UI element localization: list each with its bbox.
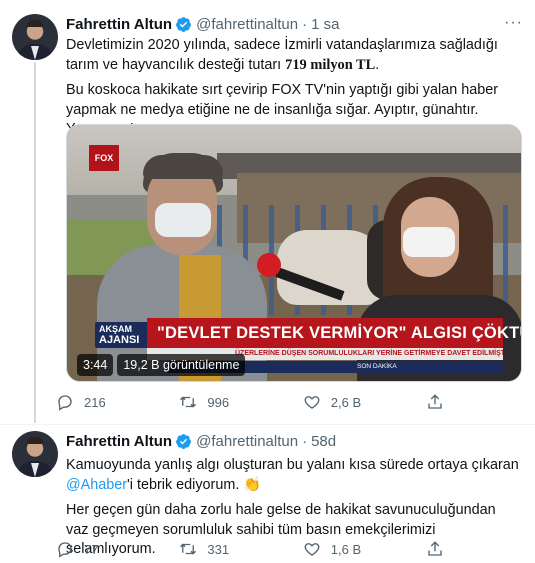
share-button[interactable] [426,540,466,558]
timestamp[interactable]: 58d [311,433,336,450]
retweet-icon [180,396,197,408]
tweet-header: Fahrettin Altun @fahrettinaltun · 58d [66,431,523,451]
clapping-hands-emoji: 👏 [243,476,262,493]
tweet-text-segment: 'i tebrik ediyorum. [127,476,244,493]
tweet-text-paragraph-1: Kamuoyunda yanlış algı oluşturan bu yala… [66,456,521,495]
channel-logo: FOX [89,145,119,171]
tweet-text-segment: . [375,56,380,73]
tweet-actions: 77 331 1,6 B [56,537,466,561]
like-button[interactable]: 1,6 B [303,540,426,558]
avatar[interactable] [12,14,58,60]
separator-dot: · [302,432,308,450]
retweet-count: 331 [207,541,230,557]
like-button[interactable]: 2,6 B [303,393,426,411]
reply-icon [58,542,72,558]
like-icon [304,396,320,409]
reply-count: 77 [84,541,99,557]
reply-button[interactable]: 216 [56,393,179,411]
like-icon [304,543,320,556]
tweet-text-paragraph-1: Devletimizin 2020 yılında, sadece İzmirl… [66,36,521,75]
tweet-text-bold-amount: 719 milyon TL [285,56,376,73]
reply-icon [58,395,72,411]
video-duration: 3:44 [77,354,114,376]
tweet-header: Fahrettin Altun @fahrettinaltun · 1 sa ·… [66,14,523,34]
reply-count: 216 [84,394,106,410]
thread-connector-line [34,62,36,423]
tweet-1[interactable]: Fahrettin Altun @fahrettinaltun · 1 sa ·… [0,0,535,425]
verified-badge-icon [176,16,192,32]
reply-button[interactable]: 77 [56,540,179,558]
video-views: 19,2 B görüntülenme [117,354,246,376]
author-handle[interactable]: @fahrettinaltun [196,433,298,450]
retweet-button[interactable]: 996 [179,393,302,411]
avatar[interactable] [12,431,58,477]
retweet-count: 996 [207,394,230,410]
author-handle[interactable]: @fahrettinaltun [196,16,298,33]
more-horizontal-icon[interactable]: ··· [504,14,523,32]
tweet-text-segment: Kamuoyunda yanlış algı oluşturan bu yala… [66,457,519,473]
share-icon [428,394,442,409]
tweet-2[interactable]: Fahrettin Altun @fahrettinaltun · 58d Ka… [0,425,535,563]
ticker-brand: AKŞAM AJANSI [95,322,153,348]
retweet-button[interactable]: 331 [179,540,302,558]
share-icon [428,541,442,556]
author-name[interactable]: Fahrettin Altun [66,433,172,450]
verified-badge-icon [176,433,192,449]
video-info: 3:44 19,2 B görüntülenme [77,354,246,376]
separator-dot: · [302,15,308,33]
ticker-brand-line-2: AJANSI [99,334,140,346]
mention-link[interactable]: @Ahaber [66,477,127,493]
retweet-icon [180,543,197,555]
timestamp[interactable]: 1 sa [311,16,339,33]
ticker-headline: "DEVLET DESTEK VERMİYOR" ALGISI ÇÖKTÜ [147,318,521,348]
tweet-actions: 216 996 2,6 B [56,390,466,414]
author-name[interactable]: Fahrettin Altun [66,16,172,33]
like-count: 2,6 B [330,394,362,410]
like-count: 1,6 B [330,541,362,557]
tweet-text-segment: Devletimizin 2020 yılında, sadece İzmirl… [66,37,498,73]
share-button[interactable] [426,393,466,411]
video-player[interactable]: FOX AKŞAM AJANSI "DEVLET DESTEK VERMİYOR… [66,124,522,382]
